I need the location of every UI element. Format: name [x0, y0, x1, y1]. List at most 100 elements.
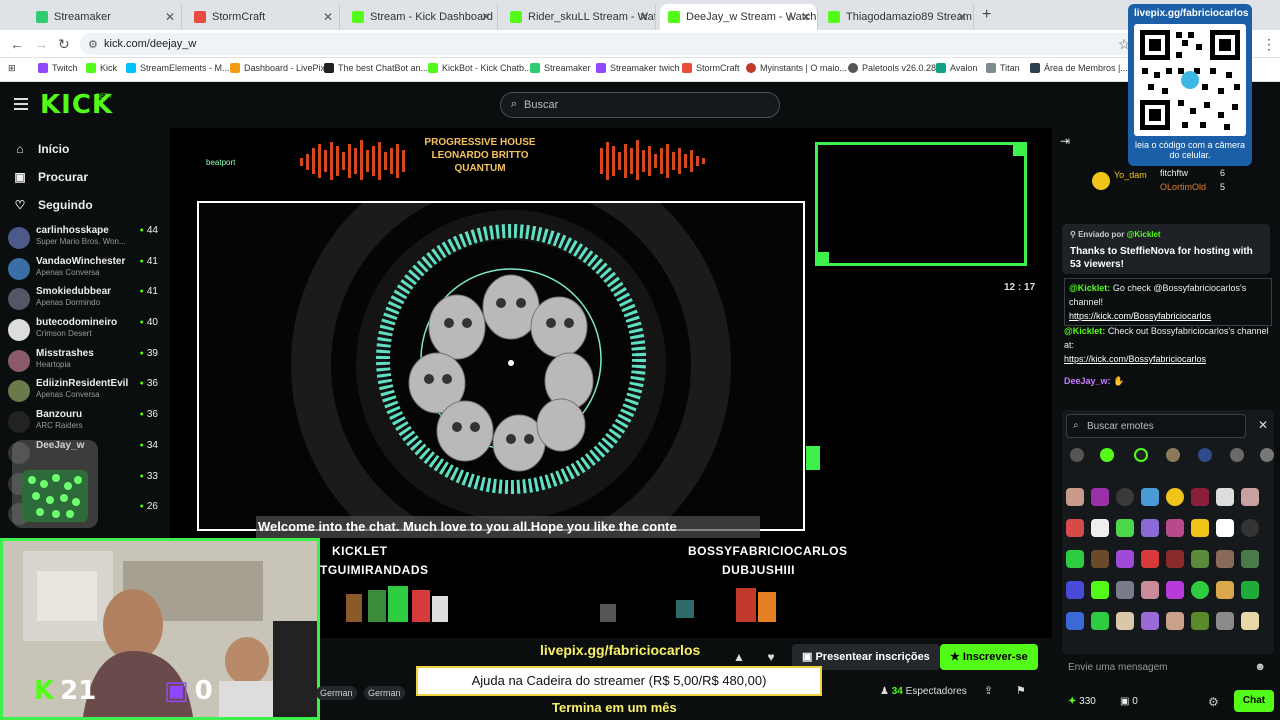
sidebar-channel[interactable]: SmokiedubbearApenas Dormindo 41 [8, 286, 164, 316]
nav-browse[interactable]: ▣ Procurar [12, 170, 88, 184]
emote[interactable] [1066, 519, 1084, 537]
chat-username[interactable]: DeeJay_w: [1064, 376, 1111, 386]
emote[interactable] [1216, 488, 1234, 506]
emote[interactable] [1141, 581, 1159, 599]
emote[interactable] [1166, 519, 1184, 537]
channel-points[interactable]: ✦ 330 [1068, 696, 1096, 707]
emote[interactable] [1241, 488, 1259, 506]
nav-following[interactable]: ♡ Seguindo [12, 198, 93, 212]
emote[interactable] [1066, 550, 1084, 568]
sidebar-channel[interactable]: MisstrashesHeartopia 39 [8, 348, 164, 378]
emote[interactable] [1116, 612, 1134, 630]
livepix-link[interactable]: livepix.gg/fabriciocarlos [540, 642, 700, 658]
nav-home[interactable]: ⌂ Início [12, 142, 69, 156]
url-field[interactable]: kick.com/deejay_w [80, 33, 1140, 55]
emote[interactable] [1166, 550, 1184, 568]
emote[interactable] [1191, 519, 1209, 537]
language-tag[interactable]: German [316, 686, 357, 700]
bookmark-item[interactable]: StreamElements - M... [126, 63, 230, 73]
emoji-icon[interactable]: ☻ [1254, 661, 1266, 673]
collapse-chat-icon[interactable]: ⇥ [1060, 134, 1070, 148]
forward-icon[interactable]: → [34, 36, 48, 52]
sidebar-channel[interactable]: carlinhosskapeSuper Mario Bros. Won... 44 [8, 225, 164, 255]
bookmark-item[interactable]: Streamaker [530, 63, 591, 73]
emote[interactable] [1191, 612, 1209, 630]
bookmark-item[interactable]: KickBot - Kick Chatb... [428, 63, 532, 73]
emote-tab[interactable] [1198, 448, 1212, 462]
bookmark-item[interactable]: The best ChatBot an... [324, 63, 428, 73]
reload-icon[interactable]: ↻ [58, 36, 70, 53]
chat-link[interactable]: https://kick.com/Bossyfabriciocarlos [1064, 354, 1206, 364]
bookmark-item[interactable]: Paletools v26.0.28 [848, 63, 936, 73]
emote[interactable] [1141, 550, 1159, 568]
browser-tab[interactable]: StormCraft ✕ [186, 4, 340, 30]
chat-badge-count[interactable]: ▣ 0 [1120, 696, 1138, 707]
send-chat-button[interactable]: Chat [1234, 690, 1274, 712]
site-info-icon[interactable]: ⚙ [88, 38, 98, 51]
bookmark-item[interactable]: Myinstants | O maio... [746, 63, 847, 73]
apps-icon[interactable]: ⊞ [8, 63, 16, 74]
new-tab-icon[interactable]: + [982, 6, 991, 24]
close-icon[interactable]: ✕ [1258, 418, 1268, 432]
chat-link[interactable]: https://kick.com/Bossyfabriciocarlos [1069, 311, 1211, 321]
emote[interactable] [1216, 550, 1234, 568]
close-icon[interactable]: ✕ [639, 10, 649, 24]
emote[interactable] [1241, 519, 1259, 537]
emote[interactable] [1241, 612, 1259, 630]
emote[interactable] [1091, 488, 1109, 506]
emote-tab[interactable] [1166, 448, 1180, 462]
browser-tab[interactable]: Stream - Kick Dashboard ✕ [344, 4, 498, 30]
sidebar-channel[interactable]: EdiizinResidentEvilApenas Conversa 36 [8, 378, 164, 408]
bookmark-item[interactable]: Titan [986, 63, 1020, 73]
browser-tab-active[interactable]: DeeJay_w Stream - Watch L... ♪ ✕ [660, 4, 818, 30]
browser-menu-icon[interactable]: ⋮ [1262, 36, 1276, 53]
browser-tab[interactable]: Streamaker ✕ [28, 4, 182, 30]
bookmark-item[interactable]: Streamaker twich [596, 63, 680, 73]
share-icon[interactable]: ⇪ [984, 684, 993, 697]
emote[interactable] [1191, 581, 1209, 599]
bookmark-item[interactable]: Área de Membros |... [1030, 63, 1128, 73]
sidebar-channel[interactable]: butecodomineiroCrimson Desert 40 [8, 317, 164, 347]
sidebar-channel[interactable]: BanzouruARC Raiders 36 [8, 409, 164, 439]
bookmark-item[interactable]: Avalon [936, 63, 977, 73]
emote-search-input[interactable]: ⌕ Buscar emotes [1066, 414, 1246, 438]
emote-tab[interactable] [1260, 448, 1274, 462]
bookmark-item[interactable]: StormCraft [682, 63, 740, 73]
chat-username[interactable]: @Kicklet: [1069, 283, 1110, 293]
speaker-icon[interactable]: ♪ [787, 10, 793, 24]
report-flag-icon[interactable]: ⚑ [1016, 684, 1026, 697]
emote[interactable] [1066, 612, 1084, 630]
emote[interactable] [1141, 488, 1159, 506]
subscribe-button[interactable]: ★ Inscrever-se [940, 644, 1038, 670]
emote[interactable] [1191, 550, 1209, 568]
close-icon[interactable]: ✕ [957, 10, 967, 24]
bookmark-item[interactable]: Kick [86, 63, 117, 73]
pinned-message[interactable]: ⚲ Enviado por @Kicklet Thanks to Steffie… [1062, 224, 1270, 274]
emote[interactable] [1066, 581, 1084, 599]
emote[interactable] [1166, 488, 1184, 506]
browser-tab[interactable]: Rider_skuLL Stream - Watch Li... ✕ [502, 4, 656, 30]
emote[interactable] [1116, 488, 1134, 506]
emote[interactable] [1241, 550, 1259, 568]
emote[interactable] [1091, 550, 1109, 568]
emote[interactable] [1141, 519, 1159, 537]
gear-icon[interactable]: ⚙ [1208, 695, 1219, 709]
emote[interactable] [1091, 612, 1109, 630]
emote-tab[interactable] [1100, 448, 1114, 462]
close-icon[interactable]: ✕ [323, 10, 333, 24]
close-icon[interactable]: ✕ [165, 10, 175, 24]
chat-username[interactable]: @Kicklet: [1064, 326, 1105, 336]
emote[interactable] [1116, 581, 1134, 599]
emote[interactable] [1166, 612, 1184, 630]
emote-tab[interactable] [1134, 448, 1148, 462]
emote[interactable] [1141, 612, 1159, 630]
emote[interactable] [1216, 581, 1234, 599]
recent-emotes-tab[interactable] [1070, 448, 1084, 462]
browser-tab[interactable]: Thiagodamazio89 Stream - Wa... ✕ [820, 4, 974, 30]
emote[interactable] [1166, 581, 1184, 599]
emote-tab[interactable] [1230, 448, 1244, 462]
close-icon[interactable]: ✕ [481, 10, 491, 24]
emote[interactable] [1191, 488, 1209, 506]
bookmark-item[interactable]: Twitch [38, 63, 78, 73]
emote[interactable] [1216, 519, 1234, 537]
